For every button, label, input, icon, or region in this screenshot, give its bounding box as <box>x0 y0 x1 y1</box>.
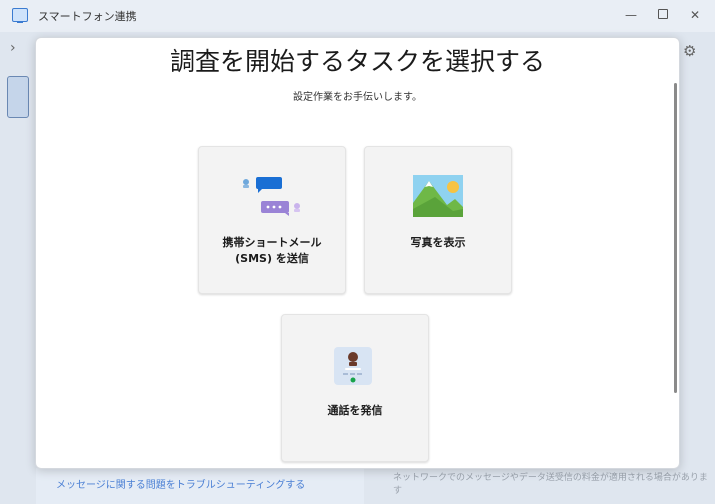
dialog-scrollbar[interactable] <box>674 83 677 393</box>
gear-icon[interactable]: ⚙ <box>683 42 696 60</box>
task-selection-dialog: 調査を開始するタスクを選択する 設定作業をお手伝いします。 携帯ショートメール … <box>35 37 680 469</box>
app-title: スマートフォン連携 <box>38 10 137 23</box>
phone-thumbnail <box>7 76 29 118</box>
troubleshoot-link[interactable]: メッセージに関する問題をトラブルシューティングする <box>56 476 305 491</box>
maximize-icon <box>658 9 668 19</box>
dialog-subtitle: 設定作業をお手伝いします。 <box>293 92 422 103</box>
view-photos-card[interactable]: 写真を表示 <box>364 146 512 294</box>
chevron-right-icon[interactable]: › <box>10 40 16 56</box>
close-button[interactable]: ✕ <box>684 6 706 24</box>
make-call-label: 通話を発信 <box>327 404 383 417</box>
view-photos-label: 写真を表示 <box>410 236 466 249</box>
photo-illustration <box>413 175 463 217</box>
title-bar: スマートフォン連携 — ✕ <box>0 0 715 32</box>
send-sms-card[interactable]: 携帯ショートメール (SMS) を送信 <box>198 146 346 294</box>
carrier-charges-note: ネットワークでのメッセージやデータ送受信の料金が適用される場合があります <box>393 473 708 496</box>
call-illustration <box>334 347 372 385</box>
sms-illustration <box>243 177 300 216</box>
send-sms-label: 携帯ショートメール (SMS) を送信 <box>199 235 345 267</box>
phone-link-app-icon <box>12 8 28 23</box>
minimize-button[interactable]: — <box>620 6 642 24</box>
send-sms-label-line2: (SMS) を送信 <box>235 252 309 265</box>
send-sms-label-line1: 携帯ショートメール <box>222 236 322 249</box>
dialog-title: 調査を開始するタスクを選択する <box>169 47 545 76</box>
make-call-card[interactable]: 通話を発信 <box>281 314 429 462</box>
maximize-button[interactable] <box>652 6 674 24</box>
